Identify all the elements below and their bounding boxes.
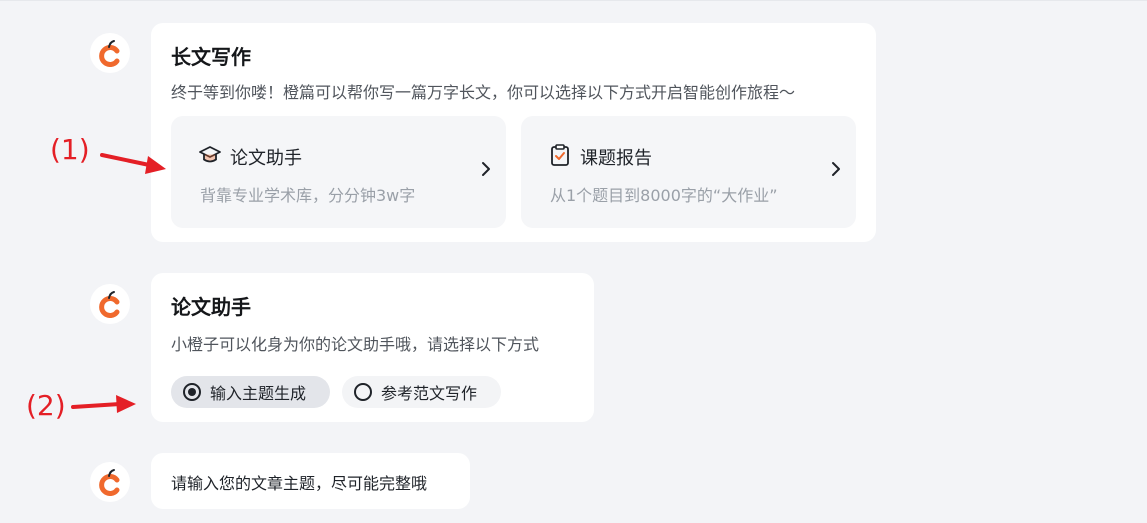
radio-label: 输入主题生成: [210, 384, 307, 403]
bot-avatar: [90, 462, 130, 502]
prompt-message-bubble: 请输入您的文章主题，尽可能完整哦: [151, 453, 470, 509]
card-title: 长文写作: [171, 45, 251, 69]
clipboard-check-icon: [551, 144, 569, 166]
long-writing-card: 长文写作 终于等到你喽！橙篇可以帮你写一篇万字长文，你可以选择以下方式开启智能创…: [151, 23, 876, 242]
chevron-right-icon: [832, 162, 840, 176]
radio-label: 参考范文写作: [381, 384, 478, 403]
graduation-cap-icon: [199, 146, 221, 163]
orange-logo-icon: [99, 469, 120, 496]
bot-avatar: [90, 33, 130, 73]
thesis-assistant-card: 论文助手 小橙子可以化身为你的论文助手哦，请选择以下方式 输入主题生成 参考范文…: [151, 273, 594, 422]
thesis-assistant-option[interactable]: 论文助手 背靠专业学术库，分分钟3w字: [171, 116, 506, 228]
orange-logo-icon: [99, 40, 120, 67]
orange-logo-icon: [99, 291, 120, 318]
option-title: 论文助手: [230, 148, 302, 169]
mode-generate-by-topic[interactable]: 输入主题生成: [171, 376, 330, 408]
annotation-label-1: (1): [50, 133, 90, 166]
annotation-arrow-1: [100, 153, 166, 174]
mode-reference-writing[interactable]: 参考范文写作: [342, 376, 501, 408]
option-title: 课题报告: [580, 148, 652, 169]
chat-page: 长文写作 终于等到你喽！橙篇可以帮你写一篇万字长文，你可以选择以下方式开启智能创…: [0, 0, 1147, 523]
prompt-message-text: 请输入您的文章主题，尽可能完整哦: [171, 474, 428, 493]
option-subtitle: 背靠专业学术库，分分钟3w字: [200, 186, 416, 205]
option-subtitle: 从1个题目到8000字的“大作业”: [550, 186, 778, 205]
card-description: 终于等到你喽！橙篇可以帮你写一篇万字长文，你可以选择以下方式开启智能创作旅程～: [171, 83, 796, 102]
annotation-arrow-2: [71, 395, 136, 413]
project-report-option[interactable]: 课题报告 从1个题目到8000字的“大作业”: [521, 116, 856, 228]
card-title: 论文助手: [171, 295, 251, 319]
radio-selected-icon: [183, 383, 201, 401]
card-description: 小橙子可以化身为你的论文助手哦，请选择以下方式: [171, 335, 540, 354]
bot-avatar: [90, 284, 130, 324]
radio-unselected-icon: [354, 383, 372, 401]
chevron-right-icon: [482, 162, 490, 176]
annotation-label-2: (2): [26, 389, 66, 422]
